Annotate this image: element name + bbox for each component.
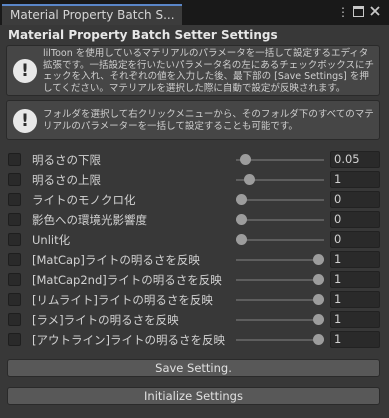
slider-handle[interactable]: [236, 194, 247, 205]
window-tab[interactable]: Material Property Batch S...: [2, 4, 182, 25]
value-field[interactable]: 0.05: [330, 151, 380, 168]
enable-checkbox[interactable]: [8, 253, 21, 266]
value-field[interactable]: 1: [330, 291, 380, 308]
slider-track[interactable]: [236, 339, 324, 341]
parameter-row: [アウトライン]ライトの明るさを反映 1: [0, 330, 389, 350]
parameter-row: [ラメ]ライトの明るさを反映 1: [0, 310, 389, 330]
slider-handle[interactable]: [236, 234, 247, 245]
parameter-label: 明るさの下限: [32, 153, 101, 167]
slider-track[interactable]: [236, 199, 324, 201]
value-field[interactable]: 1: [330, 171, 380, 188]
parameter-label: Unlit化: [32, 233, 71, 247]
enable-checkbox[interactable]: [8, 173, 21, 186]
value-field[interactable]: 1: [330, 311, 380, 328]
value-field[interactable]: 0: [330, 231, 380, 248]
parameter-row: 明るさの上限 1: [0, 170, 389, 190]
slider-handle[interactable]: [239, 154, 251, 165]
help-box-usage: ! lilToon を使用しているマテリアルのパラメータを一括して設定するエディ…: [6, 45, 380, 96]
slider-track[interactable]: [236, 299, 324, 301]
slider-handle[interactable]: [313, 254, 324, 265]
parameter-row: 明るさの下限 0.05: [0, 150, 389, 170]
slider-handle[interactable]: [236, 214, 247, 225]
slider-handle[interactable]: [313, 314, 324, 325]
value-field[interactable]: 0: [330, 211, 380, 228]
enable-checkbox[interactable]: [8, 313, 21, 326]
value-field[interactable]: 1: [330, 331, 380, 348]
parameter-label: [MatCap]ライトの明るさを反映: [32, 253, 200, 267]
slider-handle[interactable]: [313, 334, 324, 345]
enable-checkbox[interactable]: [8, 213, 21, 226]
parameter-row: 影色への環境光影響度 0: [0, 210, 389, 230]
value-field[interactable]: 0: [330, 191, 380, 208]
save-settings-button[interactable]: Save Setting.: [7, 359, 380, 377]
value-field[interactable]: 1: [330, 271, 380, 288]
value-field[interactable]: 1: [330, 251, 380, 268]
enable-checkbox[interactable]: [8, 193, 21, 206]
parameter-label: 明るさの上限: [32, 173, 101, 187]
slider-handle[interactable]: [243, 174, 255, 185]
slider-track[interactable]: [236, 259, 324, 261]
slider-handle[interactable]: [313, 294, 324, 305]
parameter-row: [MatCap]ライトの明るさを反映 1: [0, 250, 389, 270]
parameter-label: [MatCap2nd]ライトの明るさを反映: [32, 273, 222, 287]
slider-handle[interactable]: [313, 274, 324, 285]
slider-track[interactable]: [236, 279, 324, 281]
parameter-label: 影色への環境光影響度: [32, 213, 147, 227]
enable-checkbox[interactable]: [8, 273, 21, 286]
parameter-label: [アウトライン]ライトの明るさを反映: [32, 333, 225, 347]
enable-checkbox[interactable]: [8, 333, 21, 346]
parameter-row: Unlit化 0: [0, 230, 389, 250]
close-icon[interactable]: [369, 6, 381, 18]
help-box-folder: ! フォルダを選択して右クリックメニューから、そのフォルダ下のすべてのマテリアル…: [6, 100, 380, 140]
parameter-row: ライトのモノクロ化 0: [0, 190, 389, 210]
parameter-row: [リムライト]ライトの明るさを反映 1: [0, 290, 389, 310]
parameter-label: [ラメ]ライトの明るさを反映: [32, 313, 179, 327]
parameter-label: ライトのモノクロ化: [32, 193, 136, 207]
help-text: lilToon を使用しているマテリアルのパラメータを一括して設定するエディタ拡…: [43, 48, 374, 94]
warning-icon: !: [13, 59, 37, 83]
page-title: Material Property Batch Setter Settings: [8, 28, 278, 42]
enable-checkbox[interactable]: [8, 153, 21, 166]
enable-checkbox[interactable]: [8, 293, 21, 306]
slider-track[interactable]: [236, 219, 324, 221]
enable-checkbox[interactable]: [8, 233, 21, 246]
slider-track[interactable]: [236, 239, 324, 241]
help-text: フォルダを選択して右クリックメニューから、そのフォルダ下のすべてのマテリアルのパ…: [43, 109, 374, 132]
parameter-label: [リムライト]ライトの明るさを反映: [32, 293, 213, 307]
warning-icon: !: [13, 109, 37, 133]
parameter-row: [MatCap2nd]ライトの明るさを反映 1: [0, 270, 389, 290]
window-titlebar: Material Property Batch S... ⋮: [0, 0, 389, 25]
maximize-icon[interactable]: [352, 6, 364, 18]
menu-kebab-icon[interactable]: ⋮: [337, 6, 349, 18]
initialize-settings-button[interactable]: Initialize Settings: [7, 387, 380, 405]
slider-track[interactable]: [236, 319, 324, 321]
